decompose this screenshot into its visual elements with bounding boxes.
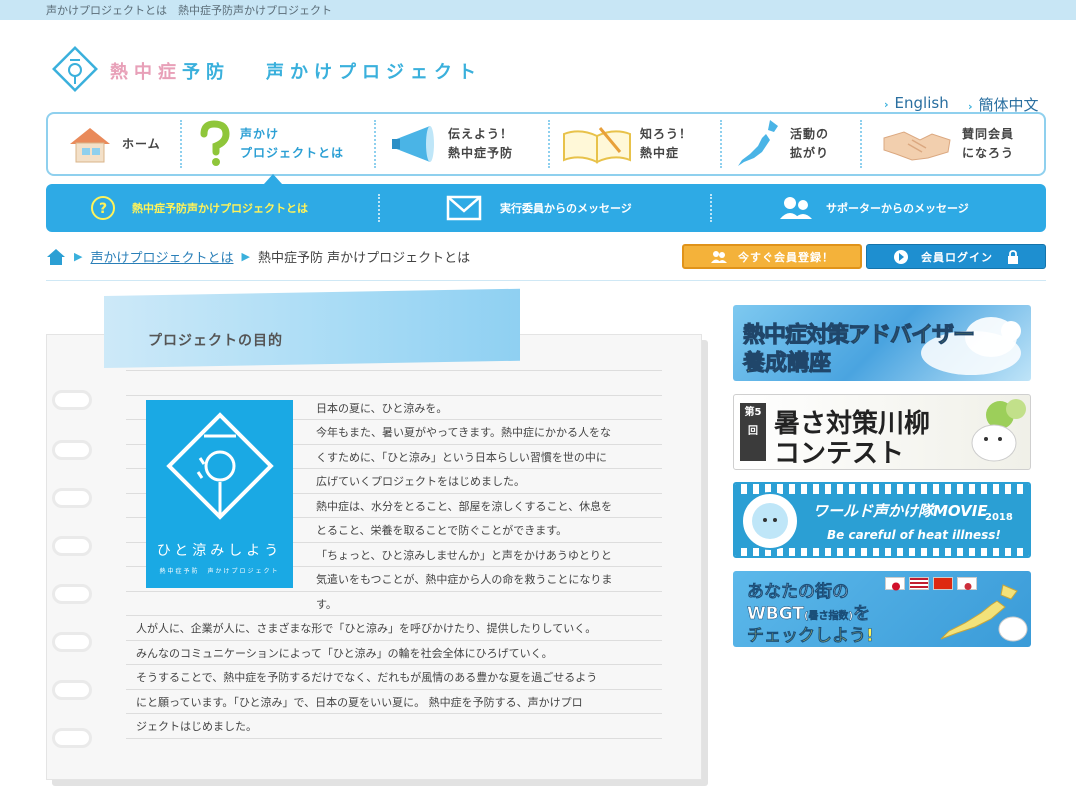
main-nav: ホーム 声かけ プロジェクトとは 伝えよう！ 熱中症予防 知ろう！ 熱中症 活動の 拡が… [46, 112, 1046, 176]
japan-map-icon [940, 584, 1028, 642]
article-line: にと願っています。「ひと涼み」で、日本の夏をいい夏に。 熱中症を予防する、声かけ… [136, 696, 583, 709]
binder-ring [52, 390, 92, 410]
users-icon [780, 197, 812, 219]
ruled-line [126, 615, 662, 616]
nav-item-about[interactable]: 声かけ プロジェクトとは [194, 114, 374, 174]
binder-ring [52, 584, 92, 604]
article-line: 熱中症は、水分をとること、部屋を涼しくすること、休息を [316, 500, 613, 513]
article-line: みんなのコミュニケーションによって「ひと涼み」の輪を社会全体にひろげていく。 [136, 647, 553, 660]
binder-ring [52, 680, 92, 700]
binder-ring [52, 440, 92, 460]
section-title-band [104, 288, 520, 368]
open-book-icon [563, 127, 631, 164]
banner-wbgt-check[interactable]: あなたの街の WBGT(暑さ指数)を チェックしよう! [733, 571, 1031, 647]
arrow-circle-icon [894, 249, 908, 264]
article-line: とること、栄養を取ることで防ぐことができます。 [316, 524, 568, 537]
contest-number-badge: 第5回 [740, 403, 766, 461]
subnav-divider [710, 194, 712, 222]
ruled-line [126, 370, 662, 371]
flag-japan-icon [885, 577, 905, 591]
hitosuzumi-logo: ひと涼みしよう 熱中症予防 声かけプロジェクト [146, 400, 293, 588]
article-line: 「ちょっと、ひと涼みしませんか」と声をかけあうゆとりと [316, 549, 612, 562]
article-line: 今年もまた、暑い夏がやってきます。熱中症にかかる人をな [316, 426, 612, 439]
site-brand[interactable]: 熱中症予防 声かけプロジェクト [110, 58, 482, 84]
question-circle-icon: ? [91, 196, 115, 220]
home-icon[interactable] [46, 248, 66, 266]
article-line: す。 [316, 598, 337, 611]
megaphone-icon [392, 126, 434, 162]
article-line: 広げていくプロジェクトをはじめました。 [316, 475, 525, 488]
nav-active-pointer [264, 174, 282, 184]
header-divider [46, 280, 1046, 281]
handshake-icon [883, 131, 951, 161]
polar-bear-icon [971, 399, 1026, 462]
nav-divider [374, 120, 376, 168]
users-icon [711, 250, 727, 263]
binder-ring [52, 728, 92, 748]
brand-heatstroke: 熱中症 [110, 62, 182, 83]
chevron-right-icon: ▶ [241, 250, 250, 263]
article-line: そうすることで、熱中症を予防するだけでなく、だれもが風情のある豊かな夏を過ごせる… [136, 671, 598, 684]
envelope-icon [446, 195, 482, 221]
brand-prevention: 予防 [182, 62, 230, 83]
globe-badge-icon [741, 492, 799, 550]
svg-text:?: ? [99, 201, 107, 217]
breadcrumb-link-about[interactable]: 声かけプロジェクトとは [90, 247, 233, 266]
banner-world-movie[interactable]: ワールド声かけ隊MOVIE 2018 Be careful of heat il… [733, 482, 1031, 558]
nav-item-tell[interactable]: 伝えよう！ 熱中症予防 [390, 114, 550, 174]
nav-divider [720, 120, 722, 168]
top-bar: 声かけプロジェクトとは 熱中症予防声かけプロジェクト [0, 0, 1076, 20]
banner-advisor-course[interactable]: 熱中症対策アドバイザー 養成講座 [733, 305, 1031, 381]
subnav-divider [378, 194, 380, 222]
chevron-right-icon: › [884, 98, 889, 111]
chevron-right-icon: ▶ [74, 250, 83, 263]
article-line: くすために、「ひと涼み」という日本らしい習慣を世の中に [316, 451, 607, 464]
brand-project: 声かけプロジェクト [266, 62, 482, 83]
subnav-item-committee[interactable]: 実行委員からのメッセージ [446, 184, 632, 232]
subnav-item-supporters[interactable]: サポーターからのメッセージ [778, 184, 969, 232]
sub-nav: ? 熱中症予防声かけプロジェクトとは 実行委員からのメッセージ サポーターからの… [46, 184, 1046, 232]
ruled-line [126, 395, 662, 396]
breadcrumb: ▶ 声かけプロジェクトとは ▶ 熱中症予防 声かけプロジェクトとは [46, 247, 470, 266]
nav-divider [548, 120, 550, 168]
nav-divider [180, 120, 182, 168]
nav-item-home[interactable]: ホーム [66, 114, 186, 174]
binder-ring [52, 488, 92, 508]
nav-divider [860, 120, 862, 168]
article-line: 気遣いをもつことが、熱中症から人の命を救うことになりま [316, 573, 613, 586]
register-button[interactable]: 今すぐ会員登録！ [682, 244, 862, 269]
binder-ring [52, 632, 92, 652]
section-title: プロジェクトの目的 [148, 333, 283, 349]
article-line: 日本の夏に、ひと涼みを。 [316, 402, 448, 415]
site-logo-icon[interactable] [50, 44, 100, 94]
subnav-item-about[interactable]: ? 熱中症予防声かけプロジェクトとは [90, 184, 308, 232]
breadcrumb-current: 熱中症予防 声かけプロジェクトとは [257, 251, 471, 266]
nav-item-join[interactable]: 賛同会員 になろう [882, 114, 1044, 174]
nav-item-spread[interactable]: 活動の 拡がり [732, 114, 872, 174]
cool-kanji-logo-icon [166, 412, 274, 520]
question-mark-icon [200, 120, 230, 166]
binder-ring [52, 536, 92, 556]
banner-senryu-contest[interactable]: 第5回 暑さ対策川柳 コンテスト [733, 394, 1031, 470]
nav-item-know[interactable]: 知ろう！ 熱中症 [560, 114, 720, 174]
article-line: 人が人に、企業が人に、さまざまな形で「ひと涼み」を呼びかけたり、提供したりしてい… [136, 622, 597, 635]
article-line: ジェクトはじめました。 [136, 720, 257, 733]
login-button[interactable]: 会員ログイン [866, 244, 1046, 269]
top-breadcrumb-text: 声かけプロジェクトとは 熱中症予防声かけプロジェクト [46, 4, 332, 17]
lock-icon [1008, 249, 1018, 264]
japan-map-icon [738, 120, 778, 166]
lang-english-link[interactable]: › English [884, 94, 949, 112]
house-icon [70, 128, 110, 163]
